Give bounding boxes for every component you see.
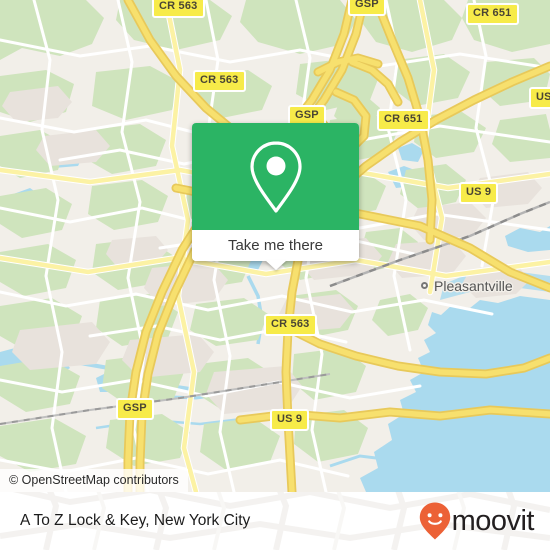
city-label-pleasantville: Pleasantville bbox=[434, 278, 513, 294]
road-shield: GSP bbox=[348, 0, 386, 16]
road-shield: CR 563 bbox=[264, 314, 317, 336]
map-screenshot: Pleasantville CR 563 GSP CR 651 CR 563 G… bbox=[0, 0, 550, 550]
road-shield: CR 563 bbox=[152, 0, 205, 18]
road-shield: US bbox=[529, 87, 550, 109]
city-marker-dot bbox=[421, 282, 428, 289]
road-shield: CR 563 bbox=[193, 70, 246, 92]
map-canvas[interactable]: Pleasantville CR 563 GSP CR 651 CR 563 G… bbox=[0, 0, 550, 492]
road-shield: CR 651 bbox=[377, 109, 430, 131]
road-shield: US 9 bbox=[270, 409, 310, 431]
osm-attribution[interactable]: © OpenStreetMap contributors bbox=[0, 469, 188, 492]
popup-pointer-tail bbox=[264, 260, 287, 270]
popup-footer[interactable]: Take me there bbox=[192, 230, 359, 270]
road-shield: US 9 bbox=[459, 182, 499, 204]
moovit-wordmark: moovit bbox=[451, 504, 535, 537]
footer-bar: A To Z Lock & Key, New York City moovit bbox=[0, 492, 550, 550]
road-shield: CR 651 bbox=[466, 3, 519, 25]
popup-header bbox=[192, 123, 359, 230]
moovit-smiley-pin-icon bbox=[419, 502, 450, 540]
take-me-there-label: Take me there bbox=[227, 237, 324, 254]
location-popup-card[interactable]: Take me there bbox=[192, 123, 359, 270]
footer-title: A To Z Lock & Key, New York City bbox=[20, 512, 251, 529]
moovit-logo[interactable]: moovit bbox=[419, 502, 535, 540]
road-shield: GSP bbox=[116, 398, 154, 420]
map-pin-icon bbox=[249, 140, 302, 213]
